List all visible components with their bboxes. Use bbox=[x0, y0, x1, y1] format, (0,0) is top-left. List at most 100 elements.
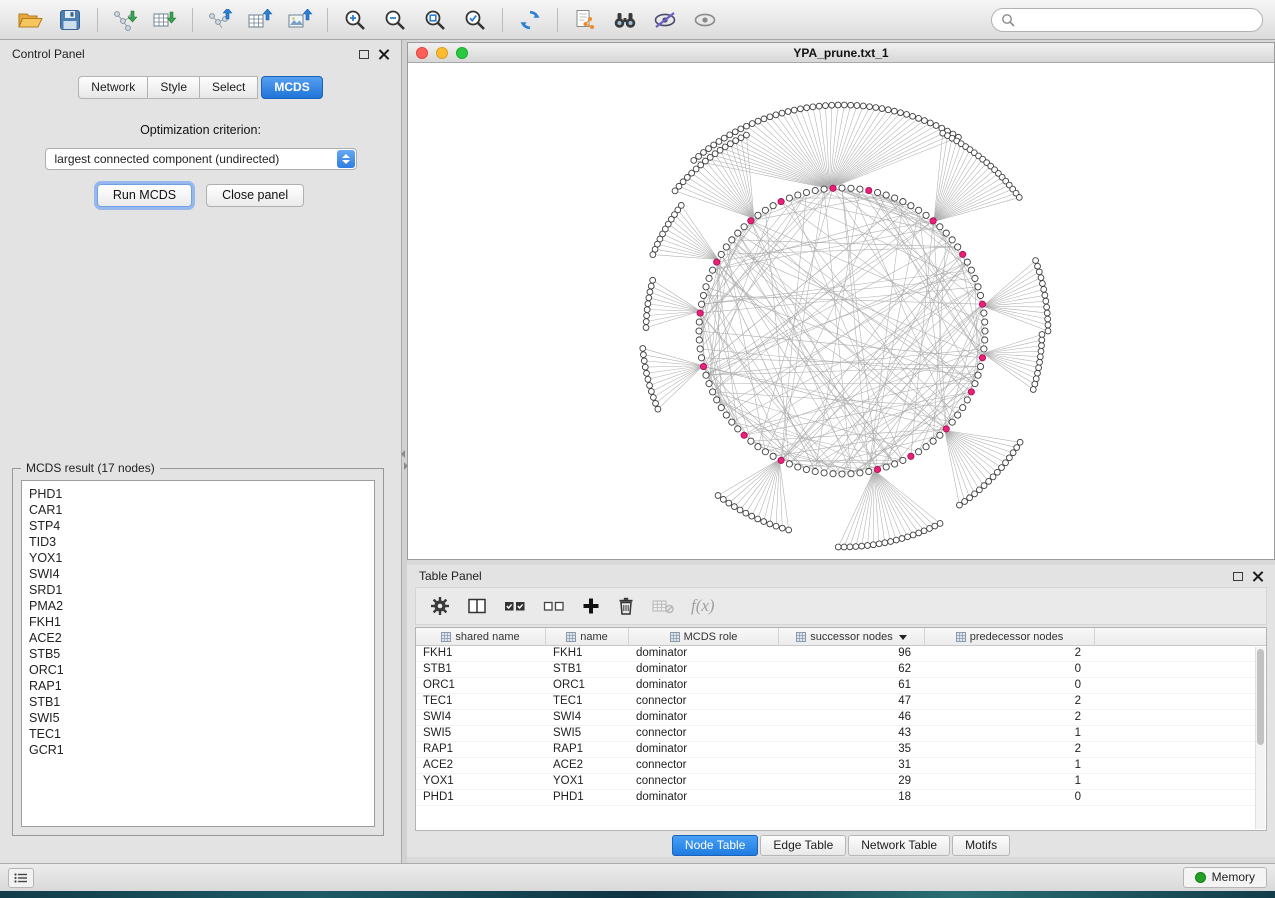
ring-node[interactable] bbox=[981, 310, 987, 316]
leaf-node[interactable] bbox=[910, 113, 916, 119]
ring-node[interactable] bbox=[723, 412, 729, 418]
ring-node[interactable] bbox=[821, 186, 827, 192]
table-row[interactable]: ORC1ORC1dominator610 bbox=[416, 678, 1266, 694]
leaf-node[interactable] bbox=[767, 521, 773, 527]
leaf-node[interactable] bbox=[648, 389, 654, 395]
ring-node[interactable] bbox=[770, 203, 776, 209]
ring-node[interactable] bbox=[955, 412, 961, 418]
sort-caret-icon[interactable] bbox=[899, 635, 907, 640]
ring-node[interactable] bbox=[812, 468, 818, 474]
ring-node[interactable] bbox=[982, 328, 988, 334]
show-columns-icon[interactable] bbox=[467, 596, 487, 616]
ring-node[interactable] bbox=[803, 466, 809, 472]
cell-shared-name[interactable]: ORC1 bbox=[416, 678, 546, 694]
leaf-node[interactable] bbox=[816, 103, 822, 109]
cell-shared-name[interactable]: RAP1 bbox=[416, 742, 546, 758]
table-row[interactable]: STB1STB1dominator620 bbox=[416, 662, 1266, 678]
leaf-node[interactable] bbox=[1030, 387, 1036, 393]
show-hidden-button[interactable] bbox=[687, 5, 723, 35]
run-mcds-button[interactable]: Run MCDS bbox=[97, 184, 192, 207]
ring-node[interactable] bbox=[937, 224, 943, 230]
cell-mcds-role[interactable]: dominator bbox=[629, 790, 779, 806]
leaf-node[interactable] bbox=[773, 523, 779, 529]
mcds-dominator-node[interactable] bbox=[979, 301, 985, 307]
leaf-node[interactable] bbox=[650, 395, 656, 401]
leaf-node[interactable] bbox=[645, 376, 651, 382]
leaf-node[interactable] bbox=[899, 536, 905, 542]
ring-node[interactable] bbox=[696, 319, 702, 325]
ring-node[interactable] bbox=[703, 284, 709, 290]
cell-predecessor-nodes[interactable]: 0 bbox=[925, 662, 1095, 678]
cell-successor-nodes[interactable]: 62 bbox=[779, 662, 925, 678]
leaf-node[interactable] bbox=[1037, 359, 1043, 365]
deselect-all-icon[interactable] bbox=[543, 598, 565, 614]
leaf-node[interactable] bbox=[640, 346, 646, 352]
cell-name[interactable]: STB1 bbox=[546, 662, 629, 678]
ring-node[interactable] bbox=[977, 292, 983, 298]
ring-node[interactable] bbox=[975, 372, 981, 378]
cell-successor-nodes[interactable]: 35 bbox=[779, 742, 925, 758]
mcds-dominator-node[interactable] bbox=[930, 218, 936, 224]
mcds-dominator-node[interactable] bbox=[778, 457, 784, 463]
cell-predecessor-nodes[interactable]: 0 bbox=[925, 790, 1095, 806]
leaf-node[interactable] bbox=[898, 110, 904, 116]
leaf-node[interactable] bbox=[648, 283, 654, 289]
criterion-dropdown[interactable]: largest connected component (undirected) bbox=[45, 148, 357, 170]
leaf-node[interactable] bbox=[859, 543, 865, 549]
cell-mcds-role[interactable]: connector bbox=[629, 726, 779, 742]
select-all-icon[interactable] bbox=[504, 598, 526, 614]
leaf-node[interactable] bbox=[873, 105, 879, 111]
leaf-node[interactable] bbox=[990, 474, 996, 480]
leaf-node[interactable] bbox=[1040, 281, 1046, 287]
leaf-node[interactable] bbox=[1016, 194, 1022, 200]
ring-node[interactable] bbox=[949, 237, 955, 243]
search-input[interactable] bbox=[1021, 12, 1253, 28]
leaf-node[interactable] bbox=[643, 319, 649, 325]
column-header-mcds-role[interactable]: MCDS role bbox=[629, 628, 779, 646]
ring-node[interactable] bbox=[741, 224, 747, 230]
leaf-node[interactable] bbox=[727, 141, 733, 147]
ring-node[interactable] bbox=[982, 319, 988, 325]
mcds-result-item[interactable]: TEC1 bbox=[29, 726, 374, 742]
delete-column-icon[interactable] bbox=[617, 596, 635, 616]
leaf-node[interactable] bbox=[994, 469, 1000, 475]
leaf-node[interactable] bbox=[1033, 258, 1039, 264]
ring-node[interactable] bbox=[923, 212, 929, 218]
leaf-node[interactable] bbox=[798, 106, 804, 112]
tab-node-table[interactable]: Node Table bbox=[672, 835, 759, 856]
zoom-out-button[interactable] bbox=[377, 5, 413, 35]
leaf-node[interactable] bbox=[1035, 370, 1041, 376]
leaf-node[interactable] bbox=[867, 104, 873, 110]
ring-node[interactable] bbox=[706, 275, 712, 281]
leaf-node[interactable] bbox=[847, 544, 853, 550]
leaf-node[interactable] bbox=[1035, 263, 1041, 269]
leaf-node[interactable] bbox=[646, 295, 652, 301]
leaf-node[interactable] bbox=[727, 132, 733, 138]
leaf-node[interactable] bbox=[810, 104, 816, 110]
ring-node[interactable] bbox=[755, 212, 761, 218]
leaf-node[interactable] bbox=[761, 116, 767, 122]
ring-node[interactable] bbox=[916, 207, 922, 213]
tab-motifs[interactable]: Motifs bbox=[952, 835, 1010, 856]
leaf-node[interactable] bbox=[972, 491, 978, 497]
leaf-node[interactable] bbox=[655, 406, 661, 412]
leaf-node[interactable] bbox=[1041, 286, 1047, 292]
leaf-node[interactable] bbox=[644, 370, 650, 376]
table-row[interactable]: ACE2ACE2connector311 bbox=[416, 758, 1266, 774]
leaf-node[interactable] bbox=[904, 112, 910, 118]
tab-network-table[interactable]: Network Table bbox=[848, 835, 950, 856]
cell-successor-nodes[interactable]: 96 bbox=[779, 646, 925, 662]
leaf-node[interactable] bbox=[1033, 376, 1039, 382]
cell-name[interactable]: ACE2 bbox=[546, 758, 629, 774]
tab-style[interactable]: Style bbox=[148, 76, 200, 99]
mcds-result-item[interactable]: ACE2 bbox=[29, 630, 374, 646]
leaf-node[interactable] bbox=[1006, 455, 1012, 461]
cell-shared-name[interactable]: PHD1 bbox=[416, 790, 546, 806]
ring-node[interactable] bbox=[848, 185, 854, 191]
cell-name[interactable]: RAP1 bbox=[546, 742, 629, 758]
mcds-dominator-node[interactable] bbox=[866, 187, 872, 193]
hide-selected-button[interactable] bbox=[647, 5, 683, 35]
ring-node[interactable] bbox=[857, 186, 863, 192]
table-settings-gear-icon[interactable] bbox=[430, 596, 450, 616]
leaf-node[interactable] bbox=[1045, 322, 1051, 328]
